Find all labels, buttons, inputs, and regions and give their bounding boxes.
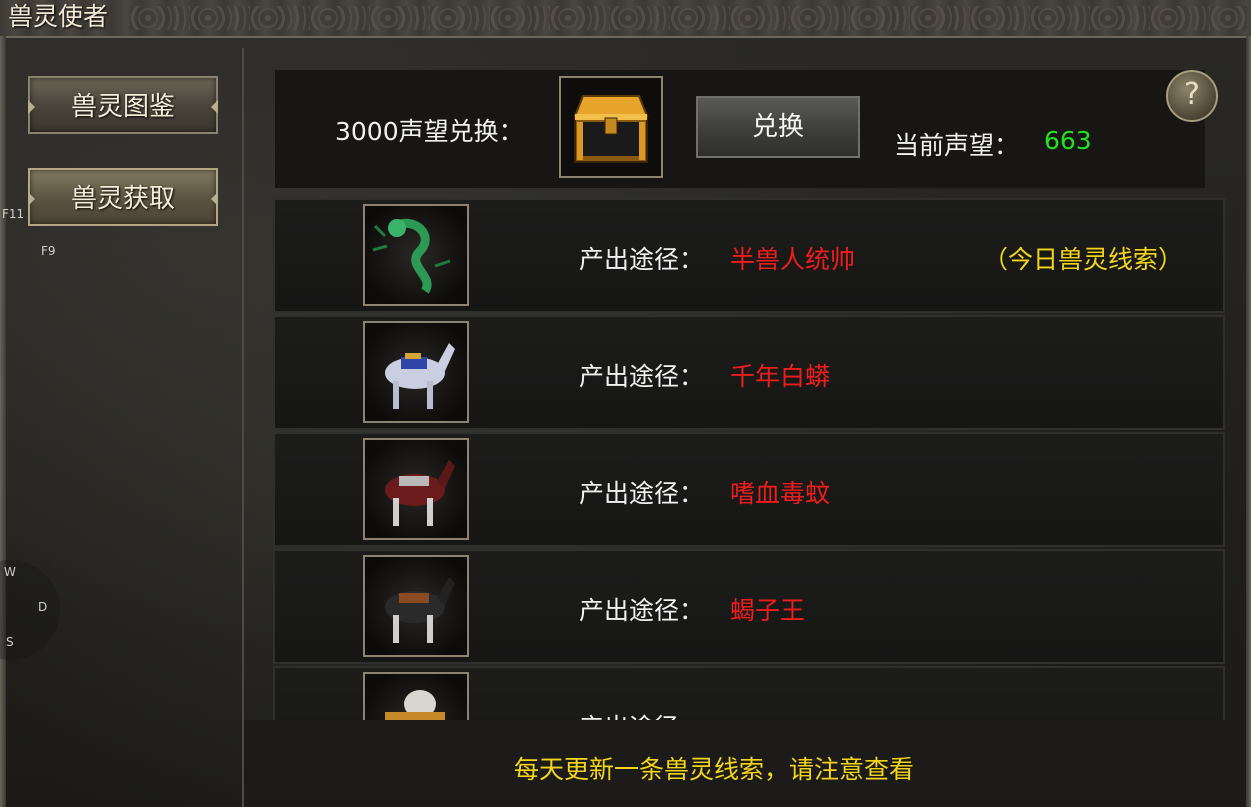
source-label: 产出途径：	[579, 596, 705, 625]
acquire-list[interactable]: 产出途径： 半兽人统帅 （今日兽灵线索） 产出途径： 千年白蟒 产出途径： 嗜血…	[273, 198, 1225, 720]
green-dragon-icon	[372, 218, 451, 294]
beast-item-slot[interactable]	[363, 438, 469, 540]
exchange-panel: 3000声望兑换： 兑换 当前声望： 663	[275, 70, 1205, 188]
sidebar-divider	[242, 48, 244, 807]
chevron-left-icon	[28, 100, 35, 114]
chevron-left-icon	[28, 192, 35, 206]
reputation-value: 663	[1044, 126, 1092, 155]
black-armored-horse-icon	[385, 577, 455, 643]
hotkey-f11-label: F11	[2, 207, 25, 221]
list-item: 产出途径： 千年白蟒	[273, 315, 1225, 430]
reputation-label: 当前声望：	[894, 131, 1020, 160]
exchange-cost-label: 3000声望兑换：	[335, 117, 524, 146]
frame-left-border	[0, 36, 6, 807]
list-item: 产出途径： 嗜血毒蚊	[273, 432, 1225, 547]
sidebar-item-label: 兽灵获取	[70, 184, 175, 214]
hotkey-d-label: D	[38, 600, 48, 614]
list-item: 产出途径：	[273, 666, 1225, 720]
reward-item-slot[interactable]	[559, 76, 663, 178]
list-item: 产出途径： 半兽人统帅 （今日兽灵线索）	[273, 198, 1225, 313]
daily-update-notice: 每天更新一条兽灵线索，请注意查看	[514, 755, 915, 784]
list-item: 产出途径： 蝎子王	[273, 549, 1225, 664]
source-name: 蝎子王	[730, 596, 806, 625]
source-label: 产出途径：	[579, 362, 705, 391]
beast-item-slot[interactable]	[363, 321, 469, 423]
hotkey-s-label: S	[6, 635, 14, 649]
hotkey-f9-label: F9	[41, 244, 56, 258]
npc-dialog-window: 兽灵使者 F11 F9 W D S 兽灵图鉴 兽灵获取 3000声望兑换： 兑换…	[0, 0, 1251, 807]
frame-right-border	[1246, 36, 1251, 807]
source-name: 千年白蟒	[730, 362, 831, 391]
white-horse-mount-icon	[385, 343, 455, 409]
beast-item-slot[interactable]	[363, 555, 469, 657]
source-label: 产出途径：	[579, 245, 705, 274]
source-label: 产出途径：	[579, 708, 704, 720]
sidebar-item-label: 兽灵图鉴	[70, 92, 175, 122]
window-title: 兽灵使者	[8, 2, 109, 31]
hotkey-w-label: W	[4, 565, 16, 579]
title-bar[interactable]: 兽灵使者	[0, 0, 1251, 38]
sidebar-item-beast-acquire[interactable]: 兽灵获取	[28, 168, 218, 226]
exchange-button[interactable]: 兑换	[696, 96, 860, 158]
footer-bar: 每天更新一条兽灵线索，请注意查看	[244, 720, 1245, 807]
title-bar-ornament	[130, 6, 1247, 30]
red-armored-horse-icon	[385, 460, 455, 526]
chevron-right-icon	[211, 192, 218, 206]
treasure-chest-icon	[573, 95, 649, 163]
source-label: 产出途径：	[579, 479, 705, 508]
beast-item-slot[interactable]	[363, 204, 469, 306]
white-beast-icon	[385, 690, 445, 720]
source-name: 半兽人统帅	[730, 245, 856, 274]
help-icon[interactable]: ?	[1166, 70, 1218, 122]
beast-item-slot[interactable]	[363, 672, 469, 720]
chevron-right-icon	[211, 100, 218, 114]
daily-clue-tag: （今日兽灵线索）	[983, 245, 1184, 274]
sidebar-item-beast-codex[interactable]: 兽灵图鉴	[28, 76, 218, 134]
source-name: 嗜血毒蚊	[730, 479, 831, 508]
